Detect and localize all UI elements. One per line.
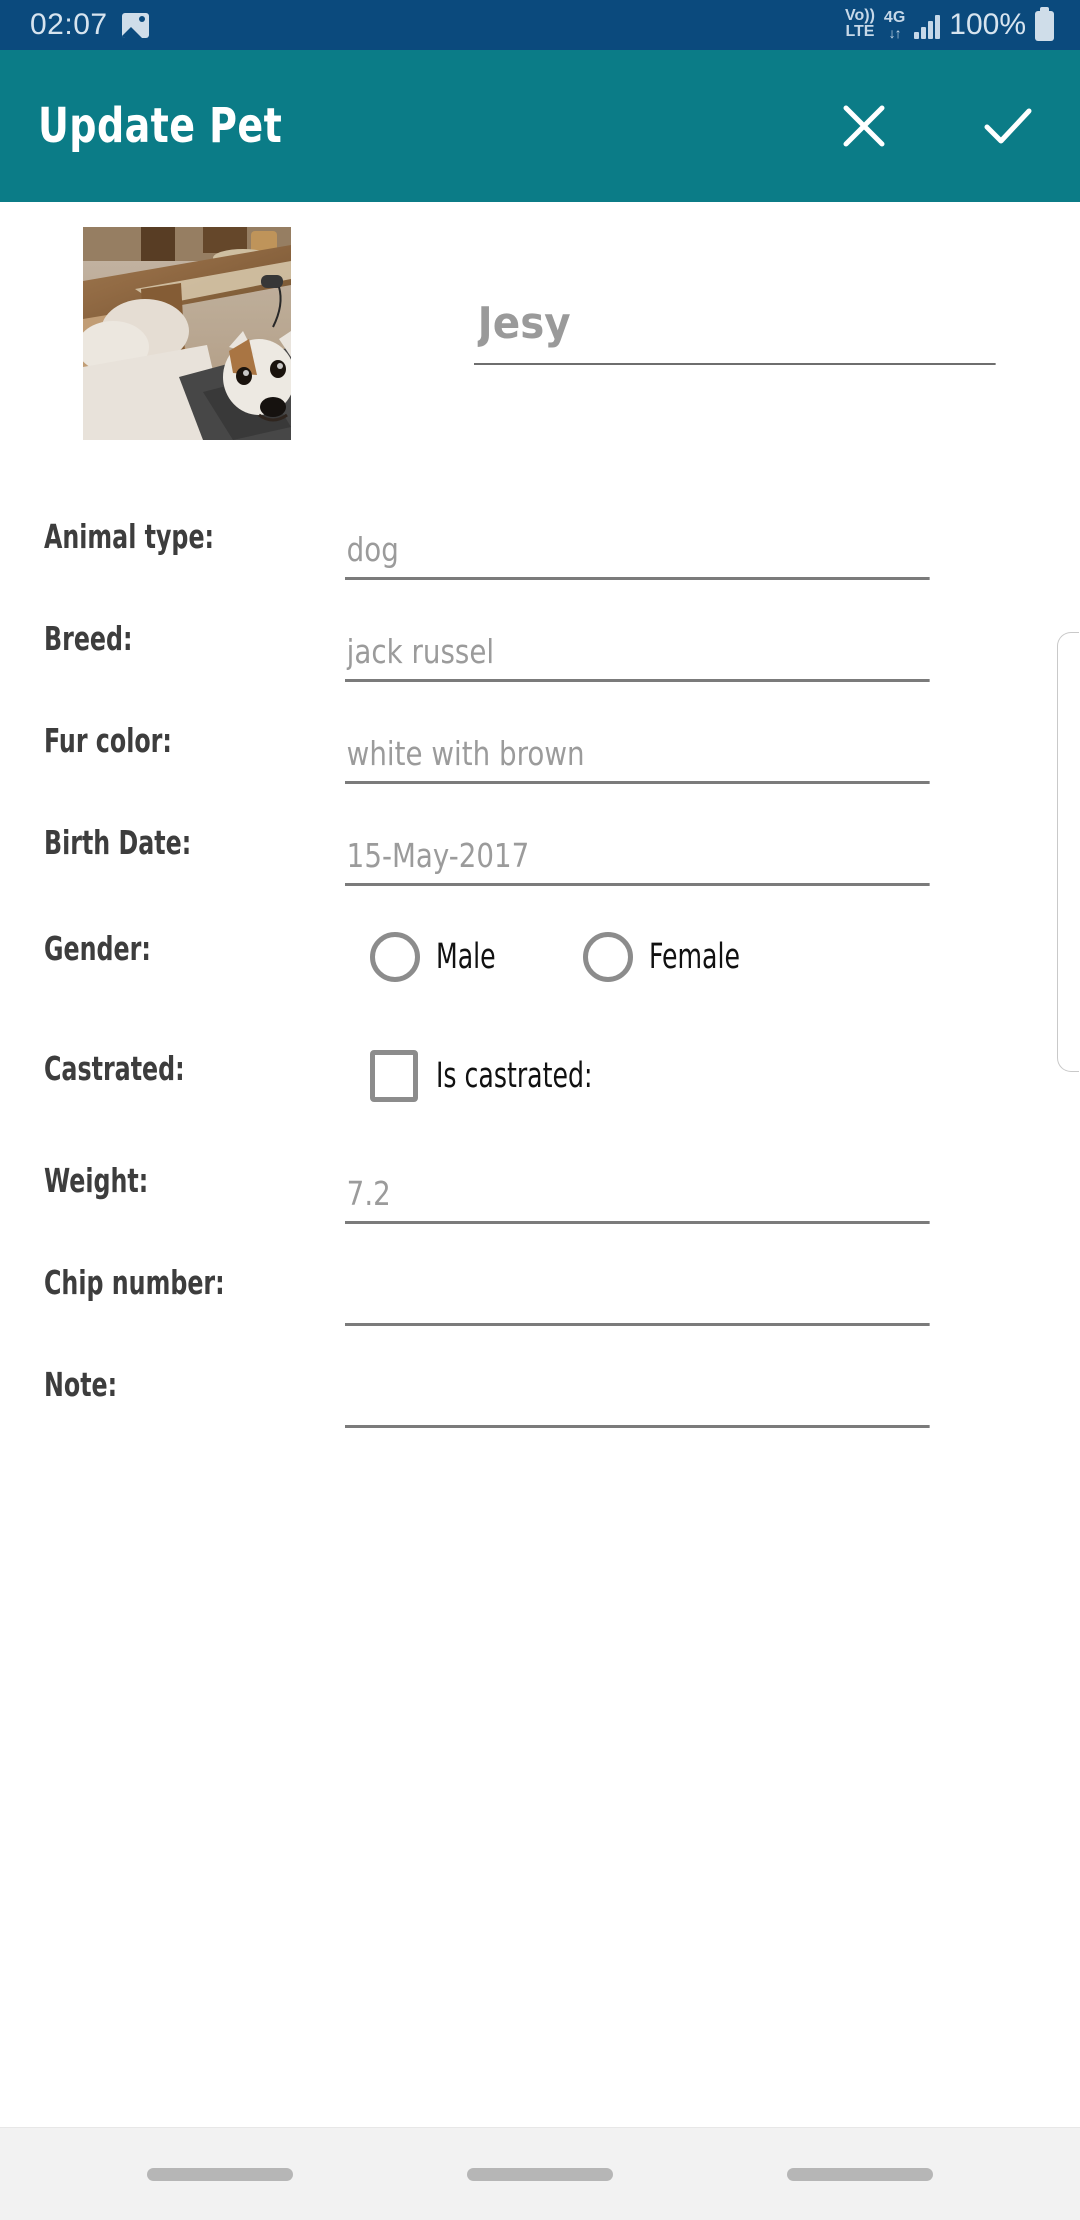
label-weight: Weight:	[44, 1161, 149, 1200]
form-row-gender: Gender: Male Female	[0, 892, 1080, 992]
note-input[interactable]	[345, 1378, 930, 1428]
status-bar-left: 02:07	[30, 8, 149, 42]
pet-name-input[interactable]	[474, 298, 996, 365]
castrated-checkbox-icon[interactable]	[370, 1050, 418, 1102]
field-fur-color	[345, 734, 1041, 784]
label-birth-date: Birth Date:	[44, 823, 192, 862]
weight-input[interactable]	[345, 1174, 930, 1224]
form-row-weight: Weight:	[0, 1124, 1080, 1224]
label-castrated: Castrated:	[44, 1049, 185, 1088]
nav-recents-button[interactable]	[147, 2167, 293, 2181]
pet-header-block	[0, 202, 1080, 457]
battery-percent-label: 100%	[949, 8, 1026, 42]
app-bar-actions	[836, 98, 1036, 154]
label-chip-number: Chip number:	[44, 1263, 225, 1302]
form-row-castrated: Castrated: Is castrated:	[0, 1012, 1080, 1112]
field-note	[345, 1378, 1041, 1428]
pet-name-field-wrapper	[474, 298, 1041, 365]
birth-date-input[interactable]	[345, 836, 930, 886]
form-row-note: Note:	[0, 1328, 1080, 1428]
status-bar: 02:07 Vo)) LTE 4G ↓↑ 100%	[0, 0, 1080, 50]
network-type-icon: 4G ↓↑	[883, 8, 906, 43]
pet-photo[interactable]	[83, 227, 291, 440]
radio-male-label: Male	[436, 937, 496, 977]
system-navigation-bar	[0, 2127, 1080, 2220]
castrated-checkbox-label: Is castrated:	[436, 1056, 593, 1096]
form-row-animal-type: Animal type:	[0, 480, 1080, 580]
confirm-button[interactable]	[980, 98, 1036, 154]
form-row-chip-number: Chip number:	[0, 1226, 1080, 1326]
nav-home-button[interactable]	[467, 2167, 613, 2181]
gender-radio-group: Male Female	[370, 932, 762, 982]
status-bar-right: Vo)) LTE 4G ↓↑ 100%	[845, 6, 1054, 43]
page-title: Update Pet	[38, 98, 283, 154]
form-row-birth-date: Birth Date:	[0, 786, 1080, 886]
chip-number-input[interactable]	[345, 1276, 930, 1326]
form-content: Animal type: Breed: Fur color: Birth Dat…	[0, 202, 1080, 2127]
radio-female-icon	[582, 932, 633, 982]
app-bar: Update Pet	[0, 50, 1080, 202]
status-clock: 02:07	[30, 8, 108, 41]
field-chip-number	[345, 1276, 1041, 1326]
form-row-breed: Breed:	[0, 582, 1080, 682]
photo-icon	[121, 12, 149, 38]
volte-icon: Vo)) LTE	[845, 6, 875, 43]
breed-input[interactable]	[345, 632, 930, 682]
field-birth-date	[345, 836, 1041, 886]
field-animal-type	[345, 530, 1041, 580]
network-generation-label: 4G	[883, 8, 906, 26]
fur-color-input[interactable]	[345, 734, 930, 784]
data-transfer-arrows-icon: ↓↑	[888, 25, 902, 42]
volte-line-top: Vo))	[845, 6, 875, 24]
volte-line-bottom: LTE	[845, 23, 875, 40]
label-fur-color: Fur color:	[44, 721, 172, 760]
radio-male-icon	[370, 932, 420, 982]
label-breed: Breed:	[44, 619, 133, 658]
radio-option-male[interactable]: Male	[370, 932, 511, 982]
field-weight	[345, 1174, 1041, 1224]
label-animal-type: Animal type:	[44, 517, 215, 556]
signal-bars-icon	[914, 15, 941, 42]
phone-screen: 02:07 Vo)) LTE 4G ↓↑ 100% Update Pet Jes…	[0, 0, 1080, 2220]
radio-female-label: Female	[648, 937, 740, 977]
label-gender: Gender:	[44, 929, 151, 968]
label-note: Note:	[44, 1365, 118, 1404]
form-row-fur-color: Fur color:	[0, 684, 1080, 784]
close-button[interactable]	[836, 98, 892, 154]
battery-icon	[1035, 7, 1054, 42]
animal-type-input[interactable]	[345, 530, 930, 580]
nav-back-button[interactable]	[787, 2167, 933, 2181]
radio-option-female[interactable]: Female	[582, 932, 763, 982]
castrated-checkbox-group[interactable]: Is castrated:	[370, 1050, 632, 1102]
check-icon	[984, 108, 1032, 144]
close-icon	[843, 105, 885, 147]
field-breed	[345, 632, 1041, 682]
